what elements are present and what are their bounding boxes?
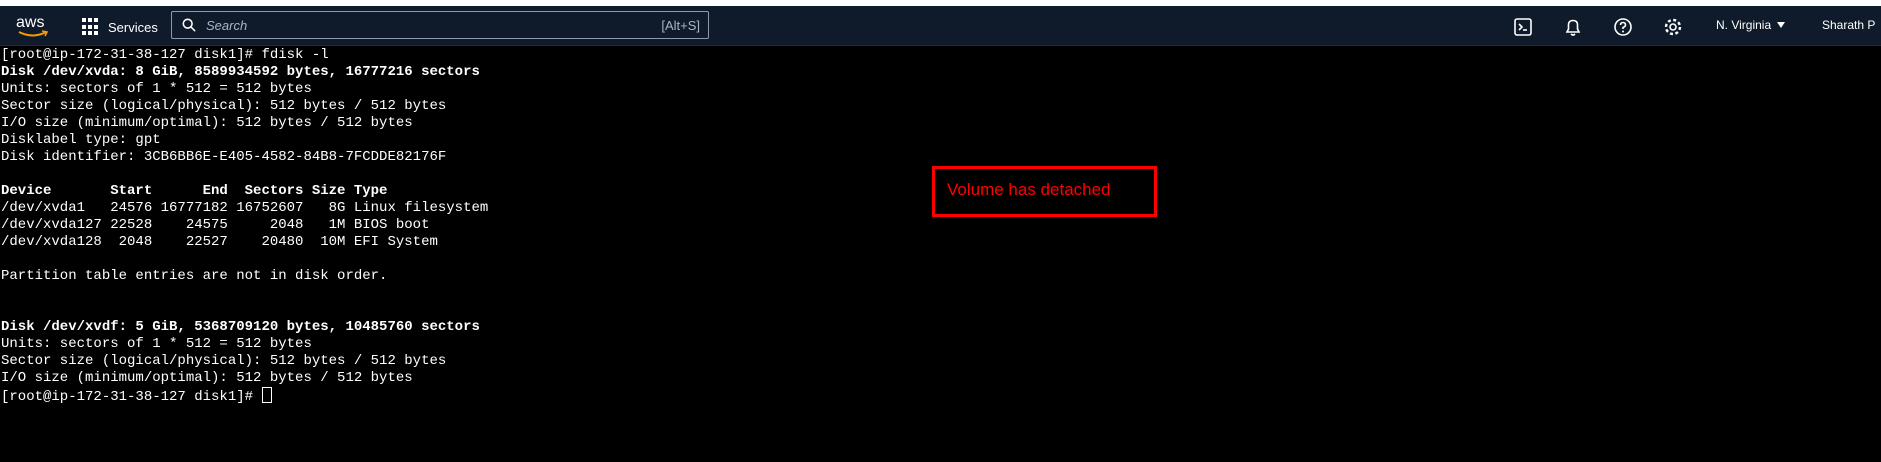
account-menu[interactable]: Sharath P bbox=[1822, 18, 1875, 32]
services-menu-button[interactable]: Services bbox=[82, 16, 158, 38]
annotation-text: Volume has detached bbox=[947, 180, 1111, 199]
terminal-line: /dev/xvda127 22528 24575 2048 1M BIOS bo… bbox=[1, 217, 430, 233]
terminal-prompt: [root@ip-172-31-38-127 disk1]# bbox=[1, 389, 262, 405]
search-icon bbox=[182, 18, 196, 32]
gear-icon[interactable] bbox=[1663, 17, 1683, 37]
terminal-line: Sector size (logical/physical): 512 byte… bbox=[1, 353, 447, 369]
search-bar[interactable]: [Alt+S] bbox=[171, 11, 709, 39]
terminal-line: Units: sectors of 1 * 512 = 512 bytes bbox=[1, 336, 312, 352]
terminal-cursor bbox=[262, 387, 273, 403]
terminal-line: Disklabel type: gpt bbox=[1, 132, 161, 148]
aws-top-navigation: aws Services [Alt+S] bbox=[0, 6, 1881, 46]
region-selector[interactable]: N. Virginia bbox=[1716, 18, 1786, 32]
terminal-line: [root@ip-172-31-38-127 disk1]# fdisk -l bbox=[1, 47, 329, 63]
services-label: Services bbox=[108, 19, 158, 35]
terminal-line: I/O size (minimum/optimal): 512 bytes / … bbox=[1, 370, 413, 386]
terminal-prompt-line[interactable]: [root@ip-172-31-38-127 disk1]# bbox=[0, 387, 1881, 405]
terminal-line: I/O size (minimum/optimal): 512 bytes / … bbox=[1, 115, 413, 131]
terminal-line: Disk identifier: 3CB6BB6E-E405-4582-84B8… bbox=[1, 149, 447, 165]
annotation-callout: Volume has detached bbox=[932, 166, 1157, 217]
terminal-line: Disk /dev/xvda: 8 GiB, 8589934592 bytes,… bbox=[1, 64, 480, 80]
bell-icon[interactable] bbox=[1563, 17, 1583, 37]
terminal-output[interactable]: [root@ip-172-31-38-127 disk1]# fdisk -l D… bbox=[0, 47, 1881, 462]
services-grid-icon bbox=[82, 18, 100, 36]
search-input[interactable] bbox=[204, 16, 662, 34]
help-icon[interactable] bbox=[1613, 17, 1633, 37]
aws-smile-icon bbox=[18, 30, 48, 37]
terminal-line: Disk /dev/xvdf: 5 GiB, 5368709120 bytes,… bbox=[1, 319, 480, 335]
cloudshell-icon[interactable] bbox=[1513, 17, 1533, 37]
aws-logo[interactable]: aws bbox=[16, 14, 52, 40]
search-shortcut-hint: [Alt+S] bbox=[661, 17, 700, 33]
chevron-down-icon bbox=[1777, 22, 1786, 28]
terminal-line: Sector size (logical/physical): 512 byte… bbox=[1, 98, 447, 114]
terminal-line: Units: sectors of 1 * 512 = 512 bytes bbox=[1, 81, 312, 97]
region-label: N. Virginia bbox=[1716, 18, 1772, 32]
terminal-lines: [root@ip-172-31-38-127 disk1]# fdisk -l D… bbox=[0, 47, 1881, 387]
user-label: Sharath P bbox=[1822, 18, 1876, 32]
aws-logo-text: aws bbox=[16, 14, 45, 31]
terminal-line: Partition table entries are not in disk … bbox=[1, 268, 388, 284]
terminal-line: /dev/xvda128 2048 22527 20480 10M EFI Sy… bbox=[1, 234, 438, 250]
